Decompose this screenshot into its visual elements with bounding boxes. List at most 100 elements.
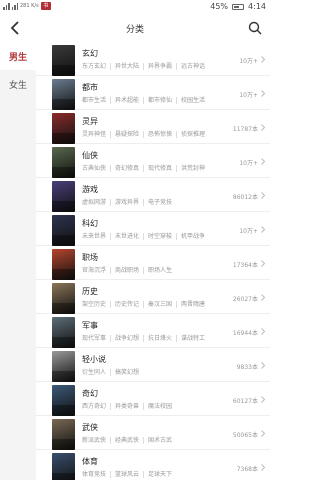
battery-icon <box>232 3 245 10</box>
category-tag: 两晋隋唐 <box>181 301 206 308</box>
category-tag: 末世进化 <box>115 233 145 240</box>
category-tag: 历史传记 <box>115 301 145 308</box>
category-name: 军事 <box>82 321 98 330</box>
book-count: 50065本 <box>232 432 258 439</box>
book-cover-image <box>52 181 75 212</box>
book-cover-image <box>52 385 75 416</box>
category-tags: 官海沉浮 商战职场 职场人生 <box>82 267 180 274</box>
category-name: 体育 <box>82 457 98 466</box>
page-title: 分类 <box>125 25 144 35</box>
chevron-right-icon <box>261 328 266 335</box>
category-tag: 古典仙侠 <box>82 165 112 172</box>
category-row[interactable]: 灵异 灵异神怪 悬疑探险 恐怖惊悚 侦探推理 11787本 <box>36 110 270 144</box>
book-cover-image <box>52 453 75 480</box>
book-cover-image <box>52 45 75 76</box>
category-tag: 东方玄幻 <box>82 63 112 70</box>
sidebar-item-male[interactable]: 男生 <box>0 42 36 70</box>
category-tag: 异术超能 <box>115 97 145 104</box>
category-tag: 国术古武 <box>148 437 173 444</box>
category-row[interactable]: 仙侠 古典仙侠 奇幻修真 现代修真 洪荒封神 10万+ <box>36 144 270 178</box>
category-tag: 奇幻修真 <box>115 165 145 172</box>
sidebar: 男生 女生 <box>0 42 36 480</box>
category-name: 职场 <box>82 253 98 262</box>
category-row[interactable]: 游戏 虚拟网游 游戏异界 电子竞技 86012本 <box>36 178 270 212</box>
category-tag: 游戏异界 <box>115 199 145 206</box>
cover-band <box>52 269 75 280</box>
book-cover-image <box>52 147 75 178</box>
cover-band <box>52 99 75 110</box>
book-cover-image <box>52 249 75 280</box>
book-count: 10万+ <box>239 228 258 235</box>
book-cover-image <box>52 113 75 144</box>
category-tag: 西方奇幻 <box>82 403 112 410</box>
category-tags: 东方玄幻 异世大陆 异界争霸 远古神话 <box>82 63 213 70</box>
category-name: 都市 <box>82 83 98 92</box>
category-tag: 秦汉三国 <box>148 301 178 308</box>
chevron-right-icon <box>261 192 266 199</box>
chevron-right-icon <box>261 56 266 63</box>
sidebar-item-female[interactable]: 女生 <box>0 70 36 98</box>
category-tag: 都市修仙 <box>148 97 178 104</box>
cover-band <box>52 65 75 76</box>
category-row[interactable]: 武侠 新派武侠 经典武侠 国术古武 50065本 <box>36 416 270 450</box>
category-row[interactable]: 奇幻 西方奇幻 异类奇兽 魔法校园 60127本 <box>36 382 270 416</box>
category-tag: 远古神话 <box>181 63 206 70</box>
category-tag: 篮球风云 <box>115 471 145 478</box>
status-right: 45% 4:14 <box>210 2 266 11</box>
cover-band <box>52 439 75 450</box>
category-name: 轻小说 <box>82 355 106 364</box>
category-tag: 都市生活 <box>82 97 112 104</box>
category-name: 仙侠 <box>82 151 98 160</box>
category-row[interactable]: 历史 架空历史 历史传记 秦汉三国 两晋隋唐 26027本 <box>36 280 270 314</box>
category-tag: 机甲战争 <box>181 233 206 240</box>
cover-band <box>52 303 75 314</box>
chevron-right-icon <box>261 124 266 131</box>
book-count: 9833本 <box>236 364 258 371</box>
category-row[interactable]: 体育 体育竞技 篮球风云 足球天下 7368本 <box>36 450 270 480</box>
category-tag: 洪荒封神 <box>181 165 206 172</box>
category-tags: 都市生活 异术超能 都市修仙 校园生活 <box>82 97 213 104</box>
category-tag: 战争幻想 <box>115 335 145 342</box>
category-row[interactable]: 军事 现代军事 战争幻想 抗日烽火 谍战特工 16944本 <box>36 314 270 348</box>
category-row[interactable]: 玄幻 东方玄幻 异世大陆 异界争霸 远古神话 10万+ <box>36 42 270 76</box>
book-count: 86012本 <box>232 194 258 201</box>
book-count: 11787本 <box>232 126 258 133</box>
category-tag: 衍生同人 <box>82 369 112 376</box>
search-icon <box>248 21 262 35</box>
chevron-right-icon <box>261 362 266 369</box>
category-name: 武侠 <box>82 423 98 432</box>
category-row[interactable]: 轻小说 衍生同人 搞笑幻想 9833本 <box>36 348 270 382</box>
category-tag: 谍战特工 <box>181 335 206 342</box>
category-tags: 西方奇幻 异类奇兽 魔法校园 <box>82 403 180 410</box>
category-tags: 体育竞技 篮球风云 足球天下 <box>82 471 180 478</box>
sidebar-item-label: 女生 <box>8 80 27 91</box>
cover-band <box>52 201 75 212</box>
search-button[interactable] <box>246 19 264 37</box>
category-row[interactable]: 职场官海沉浮 商战职场 职场人生 17364本 <box>36 246 270 280</box>
category-tag: 恐怖惊悚 <box>148 131 178 138</box>
category-list: 玄幻 东方玄幻 异世大陆 异界争霸 远古神话 10万+ 都市都市生活 异术超能 都市修仙 校园生活… <box>36 42 270 480</box>
book-count: 17364本 <box>232 262 258 269</box>
signal-icon <box>3 2 10 10</box>
chevron-right-icon <box>261 464 266 471</box>
category-tag: 悬疑探险 <box>115 131 145 138</box>
category-tag: 新派武侠 <box>82 437 112 444</box>
cover-band <box>52 337 75 348</box>
category-tag: 魔法校园 <box>148 403 173 410</box>
chevron-right-icon <box>261 396 266 403</box>
category-tags: 架空历史 历史传记 秦汉三国 两晋隋唐 <box>82 301 213 308</box>
category-tag: 校园生活 <box>181 97 206 104</box>
network-speed: 281 K/s <box>20 2 39 9</box>
category-name: 灵异 <box>82 117 98 126</box>
category-tags: 虚拟网游 游戏异界 电子竞技 <box>82 199 180 206</box>
chevron-right-icon <box>261 260 266 267</box>
category-row[interactable]: 科幻 未来世界 末世进化 时空穿梭 机甲战争 10万+ <box>36 212 270 246</box>
book-cover-image <box>52 79 75 110</box>
category-tag: 体育竞技 <box>82 471 112 478</box>
category-tag: 灵异神怪 <box>82 131 112 138</box>
category-tag: 异界争霸 <box>148 63 178 70</box>
book-count: 16944本 <box>232 330 258 337</box>
cover-band <box>52 405 75 416</box>
category-row[interactable]: 都市 都市生活 异术超能 都市修仙 校园生活 10万+ <box>36 76 270 110</box>
chevron-right-icon <box>261 90 266 97</box>
